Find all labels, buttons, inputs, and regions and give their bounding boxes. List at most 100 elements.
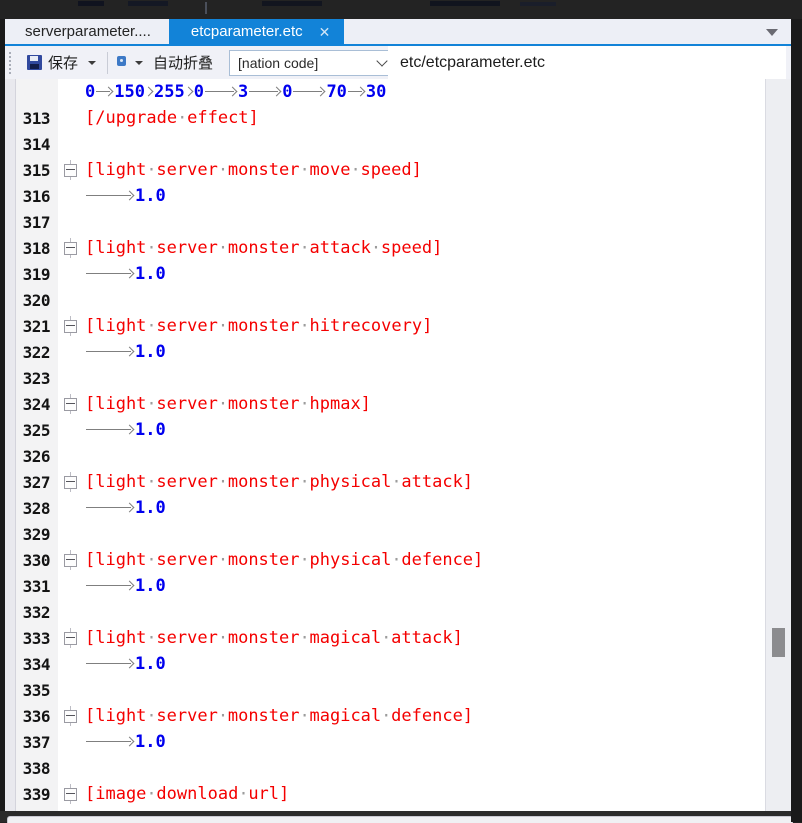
code-line[interactable]: 321 [light·server·monster·hitrecovery] <box>5 313 765 339</box>
section-token: magical <box>309 628 382 648</box>
fold-column <box>57 521 83 547</box>
collapse-region-icon[interactable] <box>63 163 77 177</box>
line-number: 322 <box>22 342 51 362</box>
close-tab-icon[interactable]: ✕ <box>319 25 331 39</box>
line-number: 331 <box>22 576 51 596</box>
line-number: 339 <box>22 784 51 804</box>
space-dot-icon: · <box>217 238 229 258</box>
section-token: speed] <box>360 160 422 180</box>
autofold-button[interactable]: 自动折叠 <box>153 52 213 73</box>
space-dot-icon: · <box>299 394 310 414</box>
code-line[interactable]: 320 <box>5 287 765 313</box>
space-dot-icon: · <box>146 394 157 414</box>
collapse-region-icon[interactable] <box>63 553 77 567</box>
line-number: 315 <box>22 160 51 180</box>
space-dot-icon: · <box>217 316 229 336</box>
fold-toggle[interactable] <box>57 469 83 495</box>
nation-code-select[interactable]: [nation code] <box>229 49 396 76</box>
line-number: 329 <box>22 524 51 544</box>
code-line[interactable]: 335 <box>5 677 765 703</box>
fold-toggle[interactable] <box>57 625 83 651</box>
code-line[interactable]: 319 1.0 <box>5 261 765 287</box>
code-text: [/upgrade·effect] <box>83 108 765 128</box>
space-dot-icon: · <box>381 628 392 648</box>
collapse-region-icon[interactable] <box>63 319 77 333</box>
code-line[interactable]: 338 <box>5 755 765 781</box>
code-text: [image·download·url] <box>83 784 765 804</box>
tab-list-dropdown-icon[interactable] <box>766 29 778 36</box>
code-line[interactable]: 334 1.0 <box>5 651 765 677</box>
code-line[interactable]: 315 [light·server·monster·move·speed] <box>5 157 765 183</box>
code-line[interactable]: 333 [light·server·monster·magical·attack] <box>5 625 765 651</box>
save-icon <box>27 55 42 70</box>
value-token: 1.0 <box>135 576 166 596</box>
vertical-scrollbar-track[interactable] <box>765 79 792 812</box>
file-path-field[interactable]: etc/etcparameter.etc <box>388 46 786 79</box>
save-button[interactable]: 保存 <box>23 50 82 75</box>
code-text: 1.0 <box>83 576 765 596</box>
fold-toggle[interactable] <box>57 781 83 807</box>
fold-column <box>57 287 83 313</box>
code-line[interactable]: 330 [light·server·monster·physical·defenc… <box>5 547 765 573</box>
code-text: 1.0 <box>83 264 765 284</box>
vertical-scrollbar-thumb[interactable] <box>772 628 785 657</box>
fold-toggle[interactable] <box>57 391 83 417</box>
clipped-text-fragment <box>128 1 168 6</box>
fold-toggle[interactable] <box>57 313 83 339</box>
space-dot-icon: · <box>299 316 310 336</box>
value-token: 1.0 <box>135 420 166 440</box>
line-number: 338 <box>22 758 51 778</box>
value-token: 1.0 <box>135 654 166 674</box>
fold-toggle[interactable] <box>57 157 83 183</box>
code-text: 0 150 255 0 3 0 70 30 <box>83 82 765 102</box>
code-line[interactable]: 0 150 255 0 3 0 70 30 <box>5 79 765 105</box>
code-line[interactable]: 332 <box>5 599 765 625</box>
code-line[interactable]: 325 1.0 <box>5 417 765 443</box>
clipped-text-fragment <box>78 1 104 6</box>
code-line[interactable]: 324 [light·server·monster·hpmax] <box>5 391 765 417</box>
collapse-region-icon[interactable] <box>63 475 77 489</box>
code-text: 1.0 <box>83 420 765 440</box>
space-dot-icon: · <box>146 706 157 726</box>
code-line[interactable]: 316 1.0 <box>5 183 765 209</box>
code-line[interactable]: 336 [light·server·monster·magical·defence… <box>5 703 765 729</box>
code-line[interactable]: 322 1.0 <box>5 339 765 365</box>
collapse-region-icon[interactable] <box>63 709 77 723</box>
code-line[interactable]: 326 <box>5 443 765 469</box>
tab-etcparameter-active[interactable]: etcparameter.etc ✕ <box>168 19 345 44</box>
collapse-region-icon[interactable] <box>63 787 77 801</box>
save-dropdown-icon[interactable] <box>88 60 97 65</box>
fold-tool-icon[interactable] <box>117 56 129 69</box>
value-token: 3 <box>237 82 249 102</box>
code-line[interactable]: 329 <box>5 521 765 547</box>
code-line[interactable]: 323 <box>5 365 765 391</box>
code-line[interactable]: 327 [light·server·monster·physical·attack… <box>5 469 765 495</box>
fold-toggle[interactable] <box>57 235 83 261</box>
collapse-region-icon[interactable] <box>63 397 77 411</box>
code-line[interactable]: 328 1.0 <box>5 495 765 521</box>
window-right-edge <box>791 19 802 822</box>
toolbar-grip-handle[interactable] <box>9 51 15 74</box>
code-line[interactable]: 314 <box>5 131 765 157</box>
value-token: 0 <box>85 82 96 102</box>
section-token: effect] <box>187 108 259 128</box>
fold-toggle[interactable] <box>57 703 83 729</box>
tab-serverparameter[interactable]: serverparameter.... <box>5 19 169 44</box>
collapse-region-icon[interactable] <box>63 241 77 255</box>
code-text: 1.0 <box>83 186 765 206</box>
code-line[interactable]: 331 1.0 <box>5 573 765 599</box>
code-text: [light·server·monster·magical·defence] <box>83 706 765 726</box>
code-text: [light·server·monster·physical·defence] <box>83 550 765 570</box>
fold-tool-dropdown-icon[interactable] <box>135 60 144 65</box>
code-line[interactable]: 318 [light·server·monster·attack·speed] <box>5 235 765 261</box>
code-line[interactable]: 337 1.0 <box>5 729 765 755</box>
code-line[interactable]: 317 <box>5 209 765 235</box>
code-line[interactable]: 339 [image·download·url] <box>5 781 765 807</box>
fold-toggle[interactable] <box>57 547 83 573</box>
code-line[interactable]: 313 [/upgrade·effect] <box>5 105 765 131</box>
line-number: 330 <box>22 550 51 570</box>
section-token: server <box>156 706 218 726</box>
chevron-down-icon <box>376 54 388 67</box>
line-number: 314 <box>22 134 51 154</box>
collapse-region-icon[interactable] <box>63 631 77 645</box>
